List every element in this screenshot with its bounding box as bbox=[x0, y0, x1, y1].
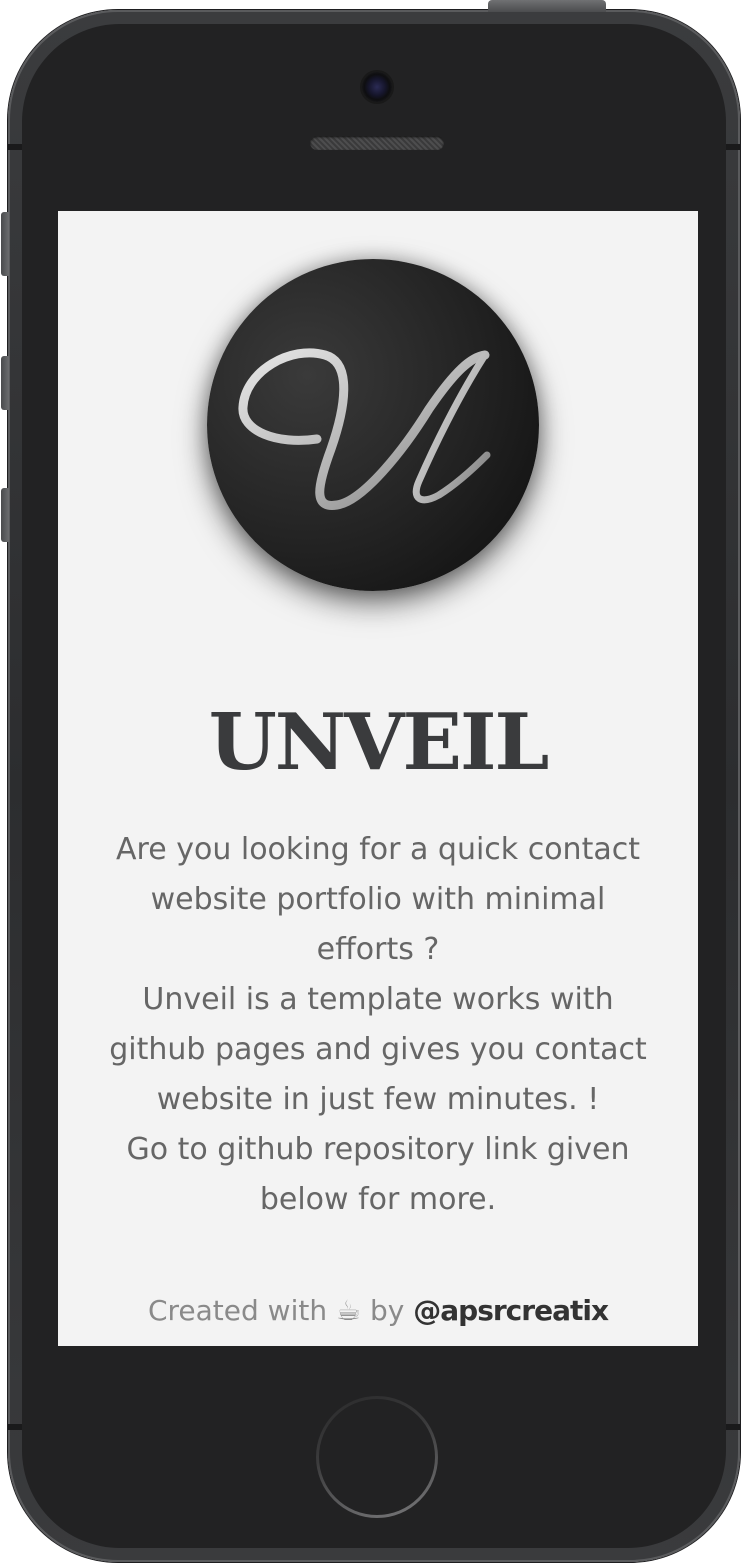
earpiece-speaker bbox=[310, 136, 444, 150]
mute-switch bbox=[1, 212, 9, 276]
description-line: Unveil is a template works with github p… bbox=[109, 982, 647, 1117]
home-button bbox=[316, 1396, 438, 1518]
volume-up-button bbox=[1, 356, 9, 410]
description-line: Go to github repository link given below… bbox=[126, 1132, 630, 1217]
footer-credit: Created with ☕ by @apsrcreatix bbox=[58, 1289, 698, 1333]
antenna-line bbox=[8, 144, 22, 150]
description-line: Are you looking for a quick contact webs… bbox=[116, 832, 640, 967]
front-camera bbox=[362, 72, 392, 102]
phone-screen: U UNVEIL Are you looking for a quick con… bbox=[58, 211, 698, 1346]
description: Are you looking for a quick contact webs… bbox=[98, 825, 658, 1225]
page-title: UNVEIL bbox=[208, 697, 550, 788]
footer-by: by bbox=[370, 1294, 405, 1327]
antenna-line bbox=[8, 1424, 22, 1430]
antenna-line bbox=[726, 144, 740, 150]
author-link[interactable]: @apsrcreatix bbox=[413, 1294, 609, 1327]
antenna-line bbox=[726, 1424, 740, 1430]
power-button bbox=[488, 0, 606, 12]
volume-down-button bbox=[1, 488, 9, 542]
brand-logo: U bbox=[207, 259, 539, 591]
footer-prefix: Created with bbox=[147, 1294, 328, 1327]
coffee-icon: ☕ bbox=[336, 1294, 362, 1327]
